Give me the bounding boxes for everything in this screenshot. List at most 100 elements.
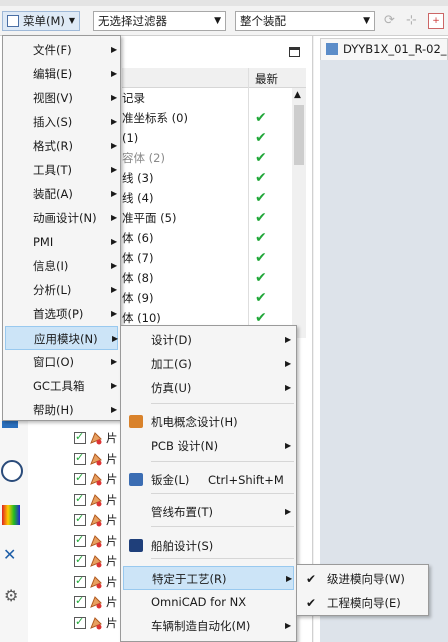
navigator-feature-row[interactable]: 片 (72, 469, 122, 489)
latest-check-icon: ✔ (255, 150, 267, 166)
main-menu-item[interactable]: 编辑(E) ▶ (5, 62, 118, 86)
navigator-feature-row[interactable]: 片 (72, 449, 122, 469)
main-menu-item[interactable]: 插入(S) ▶ (5, 110, 118, 134)
color-palette-icon[interactable] (2, 505, 20, 525)
navigator-feature-row[interactable]: 片 (72, 428, 122, 448)
applications-menu-item[interactable]: OmniCAD for NX (123, 590, 294, 614)
latest-check-icon: ✔ (255, 290, 267, 306)
part-icon (326, 43, 338, 55)
submenu-arrow-icon: ▶ (112, 334, 119, 343)
main-menu-item[interactable]: 分析(L) ▶ (5, 278, 118, 302)
submenu-arrow-icon: ▶ (285, 621, 292, 630)
visibility-checkbox[interactable] (74, 492, 86, 506)
applications-menu-item[interactable]: 加工(G) ▶ (123, 352, 294, 376)
main-menu-item[interactable]: 窗口(O) ▶ (5, 350, 118, 374)
visibility-checkbox[interactable] (74, 594, 86, 608)
navigator-header: 最新 (122, 68, 306, 88)
visibility-checkbox[interactable] (74, 553, 86, 567)
main-menu-item[interactable]: 帮助(H) ▶ (5, 398, 118, 422)
main-menu-item[interactable]: 动画设计(N) ▶ (5, 206, 118, 230)
navigator-row-label: (1) (122, 131, 139, 145)
graphics-tab[interactable]: DYYB1X_01_R-02_ (320, 38, 448, 60)
visibility-checkbox[interactable] (74, 471, 86, 485)
snap-icon[interactable]: ⟳ (384, 13, 400, 29)
selection-filter-select[interactable]: 无选择过滤器 ▼ (93, 11, 226, 31)
menu-button[interactable]: 菜单(M) ▼ (2, 11, 80, 31)
applications-menu-item[interactable]: PCB 设计(N) ▶ (123, 434, 294, 458)
navigator-row[interactable]: 准坐标系 (0) ✔ (122, 108, 306, 128)
select-icon[interactable]: ⊹ (406, 13, 422, 29)
navigator-row[interactable]: 体 (6) ✔ (122, 228, 306, 248)
process-menu-item[interactable]: ✔ 级进模向导(W) (299, 567, 426, 591)
point-icon[interactable]: + (428, 13, 444, 29)
navigator-feature-row[interactable]: 片 (72, 510, 122, 530)
maximize-icon[interactable] (289, 47, 300, 57)
applications-menu-item-label: 管线布置(T) (151, 505, 213, 519)
navigator-feature-row[interactable]: 片 (72, 572, 122, 592)
scope-select[interactable]: 整个装配 ▼ (235, 11, 375, 31)
main-menu: 文件(F) ▶ 编辑(E) ▶ 视图(V) ▶ 插入(S) ▶ 格式(R) ▶ 工具(T) ▶ 装配(A… (2, 35, 121, 421)
main-menu-item[interactable]: 视图(V) ▶ (5, 86, 118, 110)
navigator-row-label: 准坐标系 (0) (122, 111, 188, 125)
navigator-row[interactable]: 体 (9) ✔ (122, 288, 306, 308)
history-icon[interactable] (1, 460, 23, 482)
submenu-arrow-icon: ▶ (111, 309, 118, 318)
navigator-row[interactable]: 准平面 (5) ✔ (122, 208, 306, 228)
navigator-feature-row[interactable]: 片 (72, 551, 122, 571)
main-menu-item[interactable]: 文件(F) ▶ (5, 38, 118, 62)
main-menu-item[interactable]: 格式(R) ▶ (5, 134, 118, 158)
main-menu-item[interactable]: 首选项(P) ▶ (5, 302, 118, 326)
main-menu-item[interactable]: 装配(A) ▶ (5, 182, 118, 206)
main-menu-item[interactable]: 信息(I) ▶ (5, 254, 118, 278)
applications-menu-item[interactable]: 管线布置(T) ▶ (123, 500, 294, 524)
navigator-feature-row[interactable]: 片 (72, 613, 122, 633)
main-menu-item[interactable]: 工具(T) ▶ (5, 158, 118, 182)
submenu-arrow-icon: ▶ (111, 237, 118, 246)
visibility-checkbox[interactable] (74, 512, 86, 526)
navigator-feature-row[interactable]: 片 (72, 592, 122, 612)
main-menu-item[interactable]: PMI ▶ (5, 230, 118, 254)
visibility-checkbox[interactable] (74, 615, 86, 629)
main-menu-item-label: 帮助(H) (33, 403, 74, 417)
visibility-checkbox[interactable] (74, 574, 86, 588)
navigator-row[interactable]: 体 (7) ✔ (122, 248, 306, 268)
visibility-checkbox[interactable] (74, 430, 86, 444)
feature-label: 片 (106, 533, 118, 548)
navigator-row[interactable]: 记录 (122, 88, 306, 108)
graphics-canvas[interactable] (320, 60, 448, 642)
applications-menu-item[interactable]: 机电概念设计(H) (123, 410, 294, 434)
main-menu-item[interactable]: 应用模块(N) ▶ (5, 326, 118, 350)
latest-check-icon: ✔ (255, 130, 267, 146)
roles-icon[interactable]: ⚙ (4, 586, 18, 605)
navigator-row[interactable]: 线 (4) ✔ (122, 188, 306, 208)
process-menu-item-label: 级进模向导(W) (327, 572, 405, 586)
applications-menu-item[interactable]: 仿真(U) ▶ (123, 376, 294, 400)
feature-icon (89, 534, 103, 548)
navigator-feature-row[interactable]: 片 (72, 531, 122, 551)
main-menu-item[interactable]: GC工具箱 ▶ (5, 374, 118, 398)
navigator-row[interactable]: 线 (3) ✔ (122, 168, 306, 188)
applications-menu-item[interactable]: 特定于工艺(R) ▶ (123, 566, 294, 590)
navigator-row[interactable]: 容体 (2) ✔ (122, 148, 306, 168)
title-strip (0, 0, 448, 6)
applications-menu-item[interactable]: 车辆制造自动化(M) ▶ (123, 614, 294, 638)
main-menu-item-label: 窗口(O) (33, 355, 75, 369)
visibility-checkbox[interactable] (74, 451, 86, 465)
feature-icon (89, 595, 103, 609)
reuse-library-icon[interactable]: ✕ (3, 545, 16, 564)
navigator-row-label: 线 (3) (122, 171, 154, 185)
main-menu-item-label: 动画设计(N) (33, 211, 97, 225)
process-menu-item[interactable]: ✔ 工程模向导(E) (299, 591, 426, 615)
scroll-up-icon[interactable]: ▲ (294, 90, 301, 100)
navigator-row[interactable]: 体 (8) ✔ (122, 268, 306, 288)
visibility-checkbox[interactable] (74, 533, 86, 547)
resource-bar (0, 420, 28, 642)
navigator-feature-row[interactable]: 片 (72, 490, 122, 510)
applications-menu-item[interactable]: 船舶设计(S) (123, 534, 294, 558)
applications-menu-item[interactable]: 钣金(L) Ctrl+Shift+M (123, 468, 294, 492)
scrollbar-thumb[interactable] (294, 105, 304, 165)
applications-menu-item[interactable]: 设计(D) ▶ (123, 328, 294, 352)
feature-label: 片 (106, 554, 118, 568)
navigator-row[interactable]: (1) ✔ (122, 128, 306, 148)
submenu-arrow-icon: ▶ (111, 45, 118, 54)
